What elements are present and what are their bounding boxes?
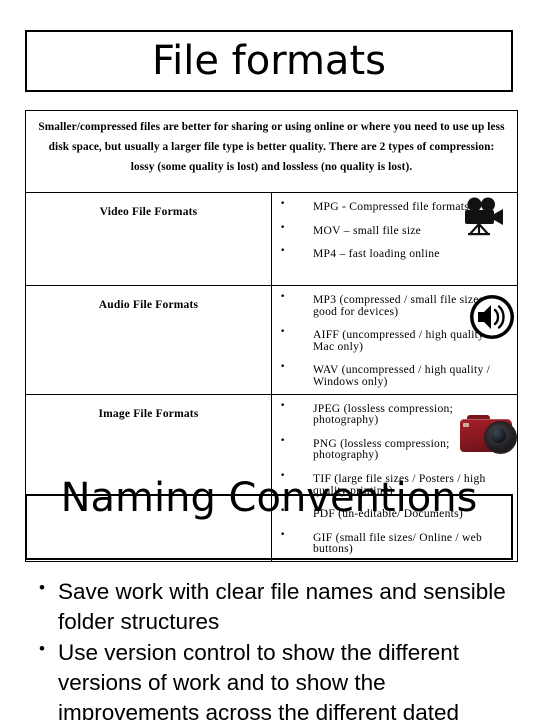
list-item: WAV (uncompressed / high quality / Windo… — [280, 363, 511, 387]
page-title: File formats — [152, 38, 386, 84]
row-header-audio: Audio File Formats — [25, 285, 272, 395]
list-item: MOV – small file size — [280, 224, 511, 237]
row-content-video: MPG - Compressed file formats MOV – smal… — [271, 192, 518, 286]
row-header-video: Video File Formats — [25, 192, 272, 286]
row-header-label: Video File Formats — [99, 206, 198, 218]
table-row-intro: Smaller/compressed files are better for … — [25, 110, 518, 193]
intro-cell: Smaller/compressed files are better for … — [25, 110, 518, 193]
audio-format-list: MP3 (compressed / small file sizes / goo… — [280, 293, 511, 388]
list-item: AIFF (uncompressed / high quality / Mac … — [280, 328, 511, 352]
table-row: Video File Formats MPG - Compressed file… — [25, 192, 518, 286]
list-item: MP3 (compressed / small file sizes / goo… — [280, 293, 511, 317]
slide-canvas: File formats Smaller/compressed files ar… — [0, 0, 540, 720]
row-header-label: Image File Formats — [98, 407, 199, 420]
list-item: JPEG (lossless compression; photography) — [280, 402, 511, 426]
table-row: Audio File Formats MP3 (compressed / sma… — [25, 285, 518, 395]
video-format-list: MPG - Compressed file formats MOV – smal… — [280, 200, 511, 260]
list-item: Save work with clear file names and sens… — [25, 577, 520, 637]
list-item: MP4 – fast loading online — [280, 247, 511, 260]
list-item: PNG (lossless compression; photography) — [280, 437, 511, 461]
section-title: Naming Conventions — [60, 475, 478, 521]
row-header-label: Audio File Formats — [98, 299, 199, 311]
naming-conventions-list: Save work with clear file names and sens… — [25, 577, 520, 720]
intro-paragraph: Smaller/compressed files are better for … — [38, 121, 505, 173]
list-item: MPG - Compressed file formats — [280, 200, 511, 213]
list-item: Use version control to show the differen… — [25, 638, 520, 720]
row-content-audio: MP3 (compressed / small file sizes / goo… — [271, 285, 518, 395]
slide-title-box: File formats — [25, 30, 513, 92]
